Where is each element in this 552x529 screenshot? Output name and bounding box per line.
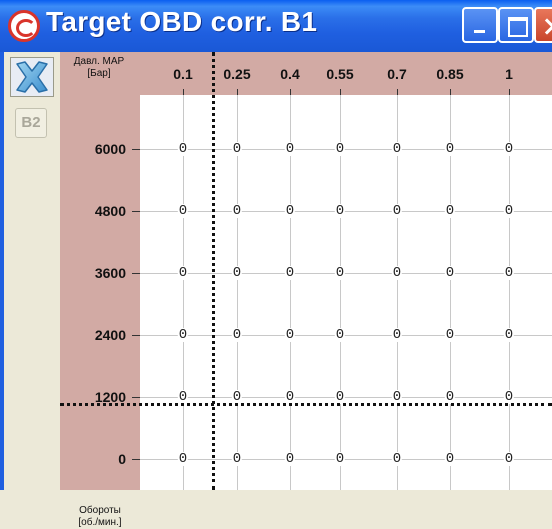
table-corner-header: Давл. MAP [Бар] (60, 52, 140, 95)
table-cell[interactable]: 0 (503, 266, 515, 280)
column-label: 0.1 (173, 66, 193, 82)
horizontal-grid-line (140, 149, 552, 150)
row-tick (132, 459, 140, 460)
table-cell[interactable]: 0 (334, 142, 346, 156)
window-title: Target OBD corr. B1 (46, 6, 318, 37)
map-table: Давл. MAP [Бар] 0.1 0.25 0.4 0.55 0.7 0.85 1 О… (60, 52, 552, 528)
row-label: 4800 (94, 203, 126, 219)
table-cell[interactable]: 0 (177, 390, 189, 404)
maximize-button[interactable] (498, 7, 534, 43)
bank-b2-button[interactable]: B2 (15, 108, 47, 138)
row-tick (132, 211, 140, 212)
table-cell[interactable]: 0 (177, 452, 189, 466)
table-cell[interactable]: 0 (284, 142, 296, 156)
x-icon (16, 61, 48, 93)
minimize-button[interactable] (462, 7, 498, 43)
table-cell[interactable]: 0 (231, 142, 243, 156)
row-tick (132, 273, 140, 274)
reset-button[interactable] (10, 57, 54, 97)
table-cell[interactable]: 0 (334, 266, 346, 280)
table-cell[interactable]: 0 (391, 204, 403, 218)
pressure-axis-label: Давл. MAP [Бар] (64, 56, 134, 80)
table-cell[interactable]: 0 (444, 390, 456, 404)
close-button[interactable] (534, 7, 552, 43)
column-label: 0.4 (280, 66, 300, 82)
title-bar[interactable]: Target OBD corr. B1 (0, 0, 552, 52)
table-cell[interactable]: 0 (391, 266, 403, 280)
table-cell[interactable]: 0 (503, 390, 515, 404)
table-cell[interactable]: 0 (391, 452, 403, 466)
table-cell[interactable]: 0 (391, 142, 403, 156)
column-cursor-line (212, 52, 215, 490)
pressure-axis-title: Давл. MAP (73, 56, 125, 67)
table-cell[interactable]: 0 (334, 328, 346, 342)
table-cell[interactable]: 0 (503, 142, 515, 156)
horizontal-grid-line (140, 397, 552, 398)
table-cell[interactable]: 0 (444, 204, 456, 218)
horizontal-grid-line (140, 273, 552, 274)
rpm-axis-unit: [об./мин.] (78, 517, 122, 528)
table-cell[interactable]: 0 (177, 328, 189, 342)
column-label: 0.55 (326, 66, 354, 82)
horizontal-grid-line (140, 211, 552, 212)
table-cell[interactable]: 0 (284, 204, 296, 218)
table-cell[interactable]: 0 (231, 204, 243, 218)
table-cell[interactable]: 0 (391, 328, 403, 342)
table-cell[interactable]: 0 (503, 452, 515, 466)
table-cell[interactable]: 0 (231, 266, 243, 280)
column-label: 0.25 (223, 66, 251, 82)
table-cell[interactable]: 0 (231, 452, 243, 466)
table-cell[interactable]: 0 (231, 390, 243, 404)
row-label: 2400 (94, 327, 126, 343)
app-logo-icon (8, 10, 40, 42)
table-cell[interactable]: 0 (231, 328, 243, 342)
table-cell[interactable]: 0 (444, 452, 456, 466)
row-tick (132, 335, 140, 336)
table-cell[interactable]: 0 (284, 390, 296, 404)
table-cell[interactable]: 0 (284, 328, 296, 342)
table-cells[interactable]: 0 0 0 0 0 0 0 0 0 0 0 0 0 0 0 0 0 0 0 0 0 0 0 0 0 0 0 0 0 0 0 0 0 0 0 0 0 0 0 0… (140, 95, 552, 490)
horizontal-grid-line (140, 335, 552, 336)
row-label: 0 (118, 451, 126, 467)
row-cursor-line (60, 403, 552, 406)
column-label: 1 (505, 66, 513, 82)
table-cell[interactable]: 0 (503, 328, 515, 342)
table-cell[interactable]: 0 (177, 142, 189, 156)
row-tick (132, 397, 140, 398)
rpm-axis-title: Обороты (79, 505, 121, 516)
table-cell[interactable]: 0 (334, 452, 346, 466)
pressure-axis-unit: [Бар] (87, 68, 111, 79)
row-tick (132, 149, 140, 150)
column-label: 0.7 (387, 66, 407, 82)
table-cell[interactable]: 0 (334, 204, 346, 218)
table-cell[interactable]: 0 (391, 390, 403, 404)
table-cell[interactable]: 0 (444, 142, 456, 156)
table-cell[interactable]: 0 (334, 390, 346, 404)
row-label: 3600 (94, 265, 126, 281)
rpm-axis-label: Обороты [об./мин.] (60, 505, 140, 529)
column-header: 0.1 0.25 0.4 0.55 0.7 0.85 1 (140, 52, 552, 95)
table-cell[interactable]: 0 (177, 266, 189, 280)
table-cell[interactable]: 0 (444, 328, 456, 342)
row-label: 6000 (94, 141, 126, 157)
tool-panel: B2 (4, 52, 60, 490)
table-cell[interactable]: 0 (444, 266, 456, 280)
table-cell[interactable]: 0 (503, 204, 515, 218)
column-label: 0.85 (436, 66, 464, 82)
row-header: Обороты [об./мин.] 6000 4800 3600 2400 1200 0 (60, 95, 140, 528)
table-cell[interactable]: 0 (177, 204, 189, 218)
horizontal-grid-line (140, 459, 552, 460)
table-cell[interactable]: 0 (284, 452, 296, 466)
table-cell[interactable]: 0 (284, 266, 296, 280)
